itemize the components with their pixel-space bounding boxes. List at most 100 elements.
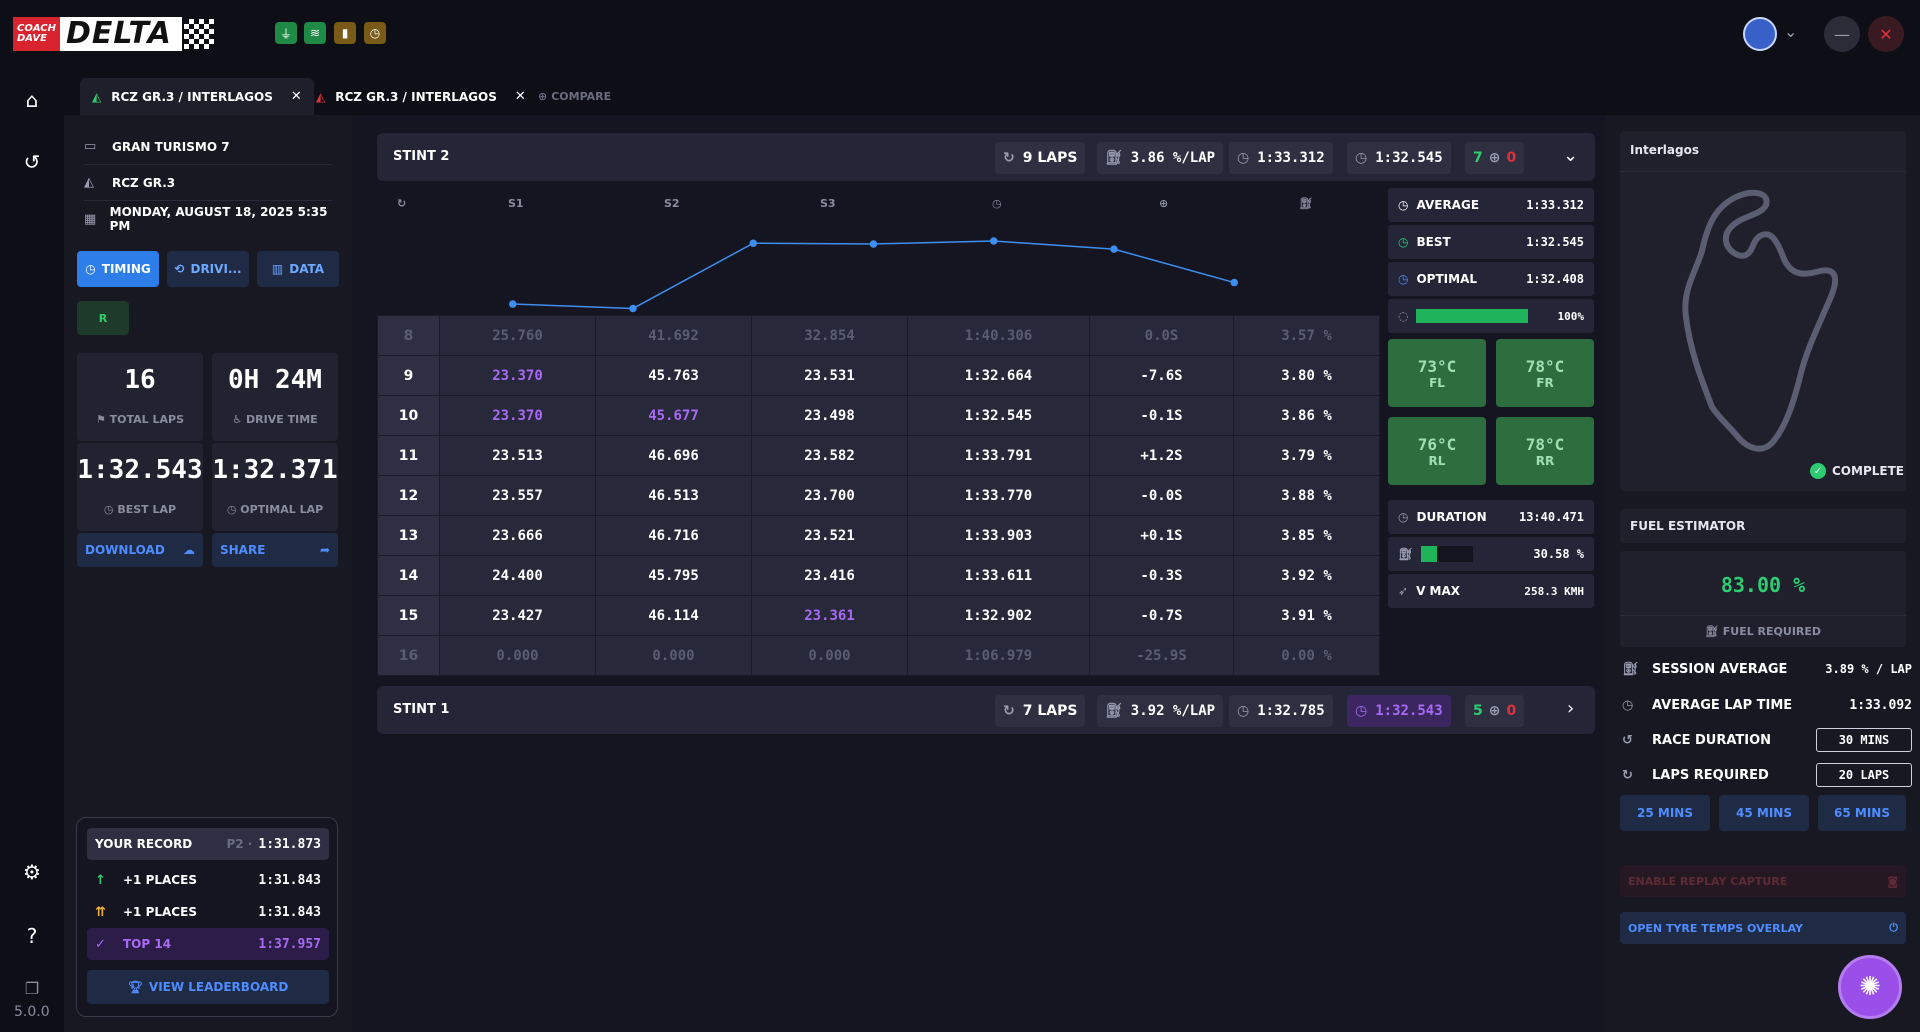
r-badge[interactable]: R: [77, 301, 129, 335]
preset-65-button[interactable]: 65 MINS: [1818, 795, 1906, 831]
stopwatch-icon: ◷: [226, 503, 241, 516]
preset-45-button[interactable]: 45 MINS: [1719, 795, 1809, 831]
close-tab-icon[interactable]: ✕: [515, 89, 526, 104]
stint-2-header[interactable]: STINT 2 ↻ 9 LAPS ⛽︎ 3.86 %/LAP ◷ 1:33.312 ◷…: [377, 133, 1595, 181]
average-row: ◷ AVERAGE 1:33.312: [1388, 188, 1594, 222]
brain-icon: ✺: [1859, 972, 1881, 1002]
home-icon[interactable]: ⌂: [16, 84, 48, 116]
chevron-down-icon[interactable]: ⌄: [1784, 22, 1797, 41]
table-row[interactable]: 14 24.400 45.795 23.416 1:33.611 -0.3S 3.92 %: [377, 555, 1380, 596]
open-tyre-overlay-button[interactable]: OPEN TYRE TEMPS OVERLAY ⏻: [1620, 912, 1906, 944]
data-point[interactable]: [990, 237, 998, 245]
chevron-down-icon[interactable]: ⌄: [1563, 145, 1578, 166]
preset-25-button[interactable]: 25 MINS: [1620, 795, 1710, 831]
car-row: ◭ RCZ GR.3: [84, 165, 332, 201]
target-icon: ⊕: [1159, 197, 1169, 210]
fuel-icon: ⛽︎: [1704, 625, 1723, 638]
lap-table: 8 25.760 41.692 32.854 1:40.306 0.0S 3.57 % 9 23…: [377, 315, 1380, 676]
fuel-icon: ⛽︎: [1105, 703, 1123, 719]
laps-required-input[interactable]: 20 LAPS: [1816, 763, 1912, 787]
table-row[interactable]: 15 23.427 46.114 23.361 1:32.902 -0.7S 3.91 %: [377, 595, 1380, 636]
clock-icon: ◷: [1398, 272, 1409, 286]
table-row[interactable]: 12 23.557 46.513 23.700 1:33.770 -0.0S 3.88 %: [377, 475, 1380, 516]
table-row[interactable]: 10 23.370 45.677 23.498 1:32.545 -0.1S 3.86 %: [377, 395, 1380, 436]
lap-time-cell: 1:06.979: [907, 635, 1090, 676]
close-tab-icon[interactable]: ✕: [291, 89, 302, 104]
help-icon[interactable]: ?: [16, 920, 48, 952]
battery-icon[interactable]: ▮: [334, 22, 356, 44]
table-row[interactable]: 13 23.666 46.716 23.521 1:33.903 +0.1S 3.85 %: [377, 515, 1380, 556]
delta-cell: -0.7S: [1089, 595, 1234, 636]
total-laps-stat: 16 ⚑ TOTAL LAPS: [77, 353, 203, 441]
table-row[interactable]: 11 23.513 46.696 23.582 1:33.791 +1.2S 3.79 %: [377, 435, 1380, 476]
optimal-row: ◷ OPTIMAL 1:32.408: [1388, 262, 1594, 296]
download-button[interactable]: DOWNLOAD ☁: [77, 533, 203, 567]
car-icon: ◭: [316, 89, 326, 104]
cloud-icon: ☁: [183, 543, 195, 557]
avg-chip: ◷ 1:32.785: [1229, 695, 1333, 727]
share-button[interactable]: SHARE ➦: [212, 533, 338, 567]
user-avatar[interactable]: [1743, 17, 1777, 51]
progress-fill: [1416, 309, 1529, 323]
lap-time-cell: 1:40.306: [907, 315, 1090, 356]
target-icon: ⊕: [1488, 703, 1501, 719]
tab-session-2[interactable]: ◭ RCZ GR.3 / INTERLAGOS ✕: [304, 78, 538, 115]
timing-button[interactable]: ◷ TIMING: [77, 251, 159, 287]
stopwatch-icon: ◷: [1355, 703, 1368, 719]
driving-button[interactable]: ⟲ DRIVI...: [167, 251, 249, 287]
data-point[interactable]: [1110, 245, 1118, 253]
history-icon: ↺: [1622, 732, 1633, 748]
record-top-row[interactable]: ✓ TOP 14 1:37.957: [87, 928, 329, 960]
fuel-cell: 3.85 %: [1233, 515, 1380, 556]
data-point[interactable]: [749, 239, 758, 247]
wifi-icon[interactable]: ≋: [304, 22, 326, 44]
table-row[interactable]: 16 0.000 0.000 0.000 1:06.979 -25.9S 0.00 %: [377, 635, 1380, 676]
drive-time-stat: 0H 24M ♿ DRIVE TIME: [212, 353, 338, 441]
tab-compare[interactable]: ⊕ COMPARE: [526, 78, 623, 115]
minimize-button[interactable]: —: [1824, 16, 1860, 52]
table-row[interactable]: 9 23.370 45.763 23.531 1:32.664 -7.6S 3.80 %: [377, 355, 1380, 396]
history-icon[interactable]: ↺: [16, 146, 48, 178]
notes-icon[interactable]: ❐: [16, 972, 48, 1004]
close-window-button[interactable]: ✕: [1868, 16, 1904, 52]
stint-1-header[interactable]: STINT 1 ↻ 7 LAPS ⛽︎ 3.92 %/LAP ◷ 1:32.785 ◷…: [377, 686, 1595, 734]
data-point[interactable]: [509, 300, 517, 308]
s1-cell: 23.427: [439, 595, 596, 636]
data-point[interactable]: [629, 304, 637, 313]
data-point[interactable]: [869, 240, 878, 248]
tab-session-1[interactable]: ◭ RCZ GR.3 / INTERLAGOS ✕: [80, 78, 314, 115]
clock-icon[interactable]: ◷: [364, 22, 386, 44]
record-target-row[interactable]: ⇈ +1 PLACES 1:31.843: [87, 896, 329, 928]
chevron-right-icon[interactable]: ›: [1567, 698, 1574, 719]
settings-icon[interactable]: ⚙: [16, 856, 48, 888]
best-lap-stat: 1:32.543 ◷ BEST LAP: [77, 443, 203, 531]
loop-icon: ↻: [1622, 767, 1633, 783]
laps-chip: ↻ 9 LAPS: [995, 142, 1086, 174]
race-duration-input[interactable]: 30 MINS: [1816, 728, 1912, 752]
view-leaderboard-button[interactable]: 🏆︎ VIEW LEADERBOARD: [87, 970, 329, 1004]
record-target-row[interactable]: ↑ +1 PLACES 1:31.843: [87, 864, 329, 896]
lap-number-cell: 14: [377, 555, 440, 596]
ai-coach-button[interactable]: ✺: [1838, 955, 1902, 1019]
lap-number-cell: 15: [377, 595, 440, 636]
tyre-fl: 73°C FL: [1388, 339, 1486, 407]
s1-cell: 23.666: [439, 515, 596, 556]
data-point[interactable]: [1230, 278, 1239, 287]
s3-cell: 23.416: [751, 555, 908, 596]
enable-replay-capture-button[interactable]: ENABLE REPLAY CAPTURE ◙: [1620, 865, 1906, 897]
fuel-cell: 3.80 %: [1233, 355, 1380, 396]
plug-icon[interactable]: ⏚: [275, 22, 297, 44]
right-panel: Interlagos ✓ COMPLETE FUEL ESTIMATOR 83.0…: [1606, 115, 1920, 1032]
vmax-row: ➶ V MAX 258.3 KMH: [1388, 574, 1594, 608]
delta-cell: +0.1S: [1089, 515, 1234, 556]
avg-chip: ◷ 1:33.312: [1229, 142, 1333, 174]
column-headers: ↻ S1 S2 S3 ◷ ⊕ ⛽︎: [397, 197, 1313, 210]
fuel-cell: 3.92 %: [1233, 555, 1380, 596]
camera-icon: ◙: [1887, 874, 1898, 888]
record-card: YOUR RECORD P2 · 1:31.873 ↑ +1 PLACES 1:31…: [76, 817, 338, 1017]
s2-cell: 0.000: [595, 635, 752, 676]
check-circle-icon: ✓: [1810, 463, 1826, 479]
table-row[interactable]: 8 25.760 41.692 32.854 1:40.306 0.0S 3.57 %: [377, 315, 1380, 356]
data-button[interactable]: ▥ DATA: [257, 251, 339, 287]
lap-number-cell: 16: [377, 635, 440, 676]
